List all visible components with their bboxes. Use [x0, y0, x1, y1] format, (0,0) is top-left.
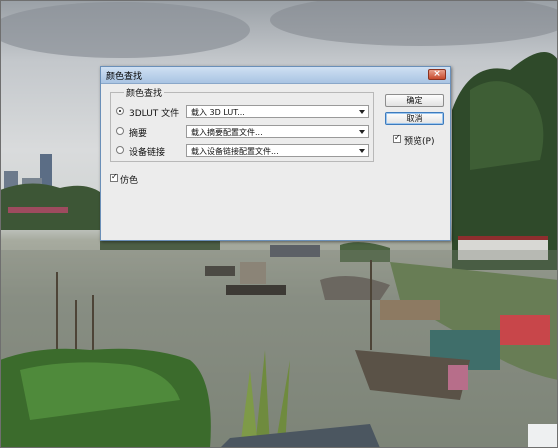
cancel-button[interactable]: 取消 [385, 112, 444, 125]
preview-checkbox[interactable] [393, 133, 401, 143]
radio-devicelink[interactable] [116, 146, 124, 154]
color-lookup-group: 颜色查找 3DLUT 文件 载入 3D LUT... 摘要 载入摘要配置文件..… [110, 86, 374, 162]
color-lookup-dialog: 颜色查找 × 颜色查找 3DLUT 文件 载入 3D LUT... 摘要 载入摘… [100, 66, 451, 241]
chevron-down-icon [359, 130, 365, 134]
dither-label[interactable]: 仿色 [120, 173, 138, 186]
group-label: 颜色查找 [124, 86, 165, 99]
dropdown-devicelink[interactable]: 载入设备链接配置文件... [186, 144, 369, 157]
ok-button[interactable]: 确定 [385, 94, 444, 107]
radio-3dlut[interactable] [116, 107, 124, 115]
dropdown-3dlut-value: 载入 3D LUT... [191, 108, 245, 117]
radio-devicelink-label[interactable]: 设备链接 [129, 145, 165, 158]
dialog-title: 颜色查找 [106, 72, 143, 82]
chevron-down-icon [359, 110, 365, 114]
close-icon: × [433, 69, 441, 79]
dither-checkbox[interactable] [110, 172, 118, 182]
radio-abstract[interactable] [116, 127, 124, 135]
dropdown-abstract-value: 载入摘要配置文件... [191, 128, 263, 137]
dropdown-devicelink-value: 载入设备链接配置文件... [191, 147, 279, 156]
radio-3dlut-label[interactable]: 3DLUT 文件 [129, 106, 179, 119]
close-button[interactable]: × [428, 69, 446, 80]
preview-label[interactable]: 预览(P) [404, 134, 434, 147]
radio-abstract-label[interactable]: 摘要 [129, 126, 147, 139]
chevron-down-icon [359, 149, 365, 153]
dropdown-3dlut[interactable]: 载入 3D LUT... [186, 105, 369, 118]
dialog-titlebar[interactable]: 颜色查找 × [101, 67, 450, 84]
dropdown-abstract[interactable]: 载入摘要配置文件... [186, 125, 369, 138]
